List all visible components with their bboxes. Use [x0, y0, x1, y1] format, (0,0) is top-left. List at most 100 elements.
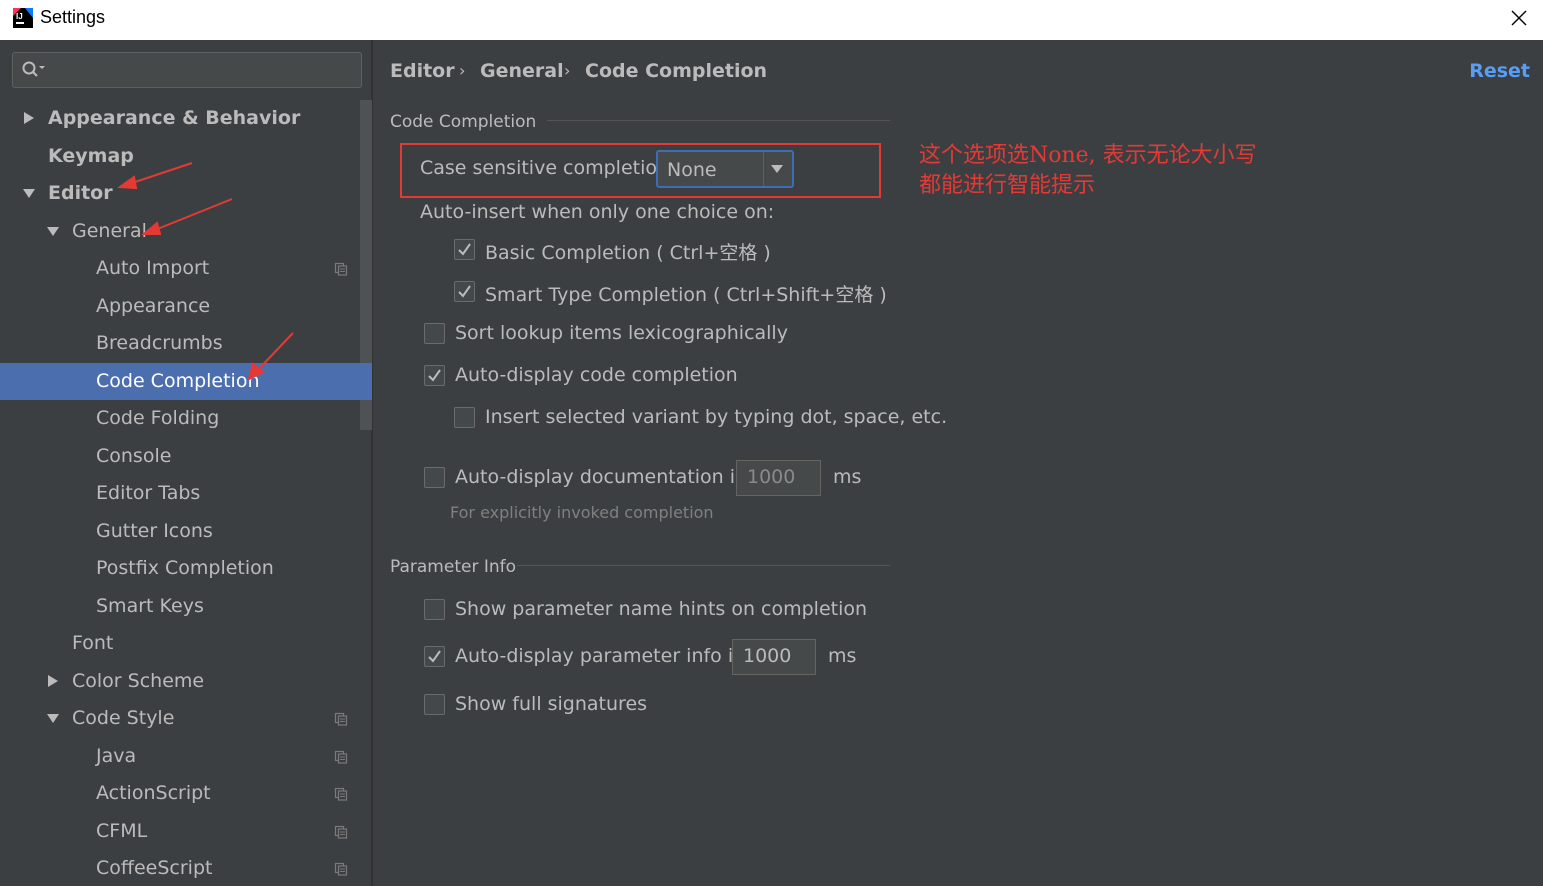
parameter-info-group-title: Parameter Info	[390, 557, 517, 577]
breadcrumb-separator: ›	[459, 61, 466, 80]
tree-item-editor-tabs[interactable]: Editor Tabs	[0, 475, 358, 512]
auto-display-completion-label: Auto-display code completion	[455, 364, 738, 386]
expanded-arrow-icon[interactable]	[46, 224, 60, 238]
tree-item-java[interactable]: Java	[0, 738, 358, 775]
tree-item-breadcrumbs[interactable]: Breadcrumbs	[0, 325, 358, 362]
tree-item-auto-import[interactable]: Auto Import	[0, 250, 358, 287]
svg-text:IJ: IJ	[16, 12, 23, 21]
project-scope-icon	[334, 750, 348, 764]
close-icon[interactable]	[1507, 6, 1531, 30]
breadcrumb-current: Code Completion	[585, 60, 768, 82]
checkmark-icon	[428, 369, 441, 382]
case-sensitive-value: None	[667, 159, 717, 181]
search-icon[interactable]	[21, 60, 47, 80]
tree-item-label: Keymap	[48, 144, 134, 167]
breadcrumb-separator: ›	[564, 61, 571, 80]
tree-item-label: Editor Tabs	[96, 482, 201, 504]
title-bar: IJ Settings	[0, 0, 1543, 40]
auto-display-param-info-checkbox[interactable]	[424, 646, 445, 667]
tree-item-label: Appearance	[96, 294, 211, 317]
tree-item-cfml[interactable]: CFML	[0, 813, 358, 850]
breadcrumb-editor[interactable]: Editor	[390, 60, 455, 82]
tree-item-label: Smart Keys	[96, 594, 204, 617]
annotation-line-2: 都能进行智能提示	[919, 173, 1096, 198]
project-scope-icon	[334, 787, 348, 801]
param-info-delay-input[interactable]: 1000	[732, 639, 816, 675]
tree-item-gutter-icons[interactable]: Gutter Icons	[0, 513, 358, 550]
tree-item-editor[interactable]: Editor	[0, 175, 358, 212]
tree-item-code-folding[interactable]: Code Folding	[0, 400, 358, 437]
project-scope-icon	[334, 262, 348, 276]
tree-item-code-style[interactable]: Code Style	[0, 700, 358, 737]
tree-item-font[interactable]: Font	[0, 625, 358, 662]
documentation-delay-unit: ms	[833, 466, 862, 488]
tree-item-code-completion[interactable]: Code Completion	[0, 362, 372, 400]
tree-item-label: Code Completion	[96, 369, 260, 392]
project-scope-icon	[334, 825, 348, 839]
tree-item-label: Breadcrumbs	[96, 332, 223, 354]
tree-item-color-scheme[interactable]: Color Scheme	[0, 663, 358, 700]
tree-item-label: Gutter Icons	[96, 519, 213, 542]
tree-item-label: Postfix Completion	[96, 557, 274, 579]
tree-item-appearance-behavior[interactable]: Appearance & Behavior	[0, 100, 358, 137]
sort-lexicographically-checkbox[interactable]	[424, 323, 445, 344]
show-name-hints-checkbox[interactable]	[424, 599, 445, 620]
annotation-line-1: 这个选项选None, 表示无论大小写	[919, 143, 1257, 168]
tree-item-coffeescript[interactable]: CoffeeScript	[0, 850, 358, 886]
tree-item-label: Color Scheme	[72, 669, 205, 692]
auto-display-param-info-label: Auto-display parameter info in	[455, 645, 746, 667]
tree-item-label: Java	[96, 744, 137, 767]
auto-display-documentation-label: Auto-display documentation in	[455, 466, 748, 488]
smart-type-completion-checkbox[interactable]	[454, 281, 475, 302]
insert-selected-variant-checkbox[interactable]	[454, 407, 475, 428]
show-full-signatures-checkbox[interactable]	[424, 694, 445, 715]
tree-item-appearance[interactable]: Appearance	[0, 288, 358, 325]
sort-lexicographically-label: Sort lookup items lexicographically	[455, 322, 788, 344]
checkmark-icon	[458, 243, 471, 256]
documentation-hint: For explicitly invoked completion	[450, 503, 714, 522]
tree-item-console[interactable]: Console	[0, 438, 358, 475]
tree-item-smart-keys[interactable]: Smart Keys	[0, 588, 358, 625]
tree-item-actionscript[interactable]: ActionScript	[0, 775, 358, 812]
tree-item-label: Code Style	[72, 707, 175, 729]
show-name-hints-label: Show parameter name hints on completion	[455, 598, 868, 620]
group-divider	[517, 565, 890, 566]
param-info-delay-unit: ms	[828, 645, 857, 667]
smart-type-completion-label: Smart Type Completion ( Ctrl+Shift+空格 )	[485, 284, 887, 306]
search-input[interactable]	[12, 52, 362, 88]
tree-item-label: Appearance & Behavior	[48, 107, 301, 129]
case-sensitive-dropdown[interactable]: None	[656, 150, 794, 188]
checkmark-icon	[458, 285, 471, 298]
tree-item-label: Code Folding	[96, 407, 220, 429]
project-scope-icon	[334, 862, 348, 876]
tree-item-general[interactable]: General	[0, 213, 358, 250]
auto-insert-label: Auto-insert when only one choice on:	[420, 201, 775, 223]
intellij-app-icon: IJ	[13, 8, 33, 28]
tree-item-label: Font	[72, 632, 114, 654]
collapsed-arrow-icon[interactable]	[22, 111, 36, 125]
expanded-arrow-icon[interactable]	[22, 186, 36, 200]
chevron-down-icon	[771, 165, 783, 173]
auto-display-completion-checkbox[interactable]	[424, 365, 445, 386]
tree-item-postfix-completion[interactable]: Postfix Completion	[0, 550, 358, 587]
insert-selected-variant-label: Insert selected variant by typing dot, s…	[485, 406, 948, 428]
tree-item-label: Auto Import	[96, 257, 210, 279]
red-annotation-text: 这个选项选None, 表示无论大小写 都能进行智能提示	[919, 141, 1299, 201]
reset-link[interactable]: Reset	[1469, 60, 1530, 82]
settings-sidebar: Appearance & Behavior Keymap Editor General…	[0, 40, 373, 886]
basic-completion-checkbox[interactable]	[454, 239, 475, 260]
breadcrumb-general[interactable]: General	[480, 60, 564, 82]
project-scope-icon	[334, 712, 348, 726]
group-divider	[547, 120, 890, 121]
documentation-delay-input[interactable]: 1000	[736, 460, 821, 496]
window-title: Settings	[40, 7, 106, 27]
tree-item-label: Console	[96, 444, 172, 467]
show-full-signatures-label: Show full signatures	[455, 693, 648, 715]
tree-item-keymap[interactable]: Keymap	[0, 138, 358, 175]
collapsed-arrow-icon[interactable]	[46, 674, 60, 688]
tree-item-label: CoffeeScript	[96, 857, 213, 879]
tree-item-label: CFML	[96, 819, 148, 842]
code-completion-group-title: Code Completion	[390, 112, 537, 132]
expanded-arrow-icon[interactable]	[46, 711, 60, 725]
auto-display-documentation-checkbox[interactable]	[424, 467, 445, 488]
